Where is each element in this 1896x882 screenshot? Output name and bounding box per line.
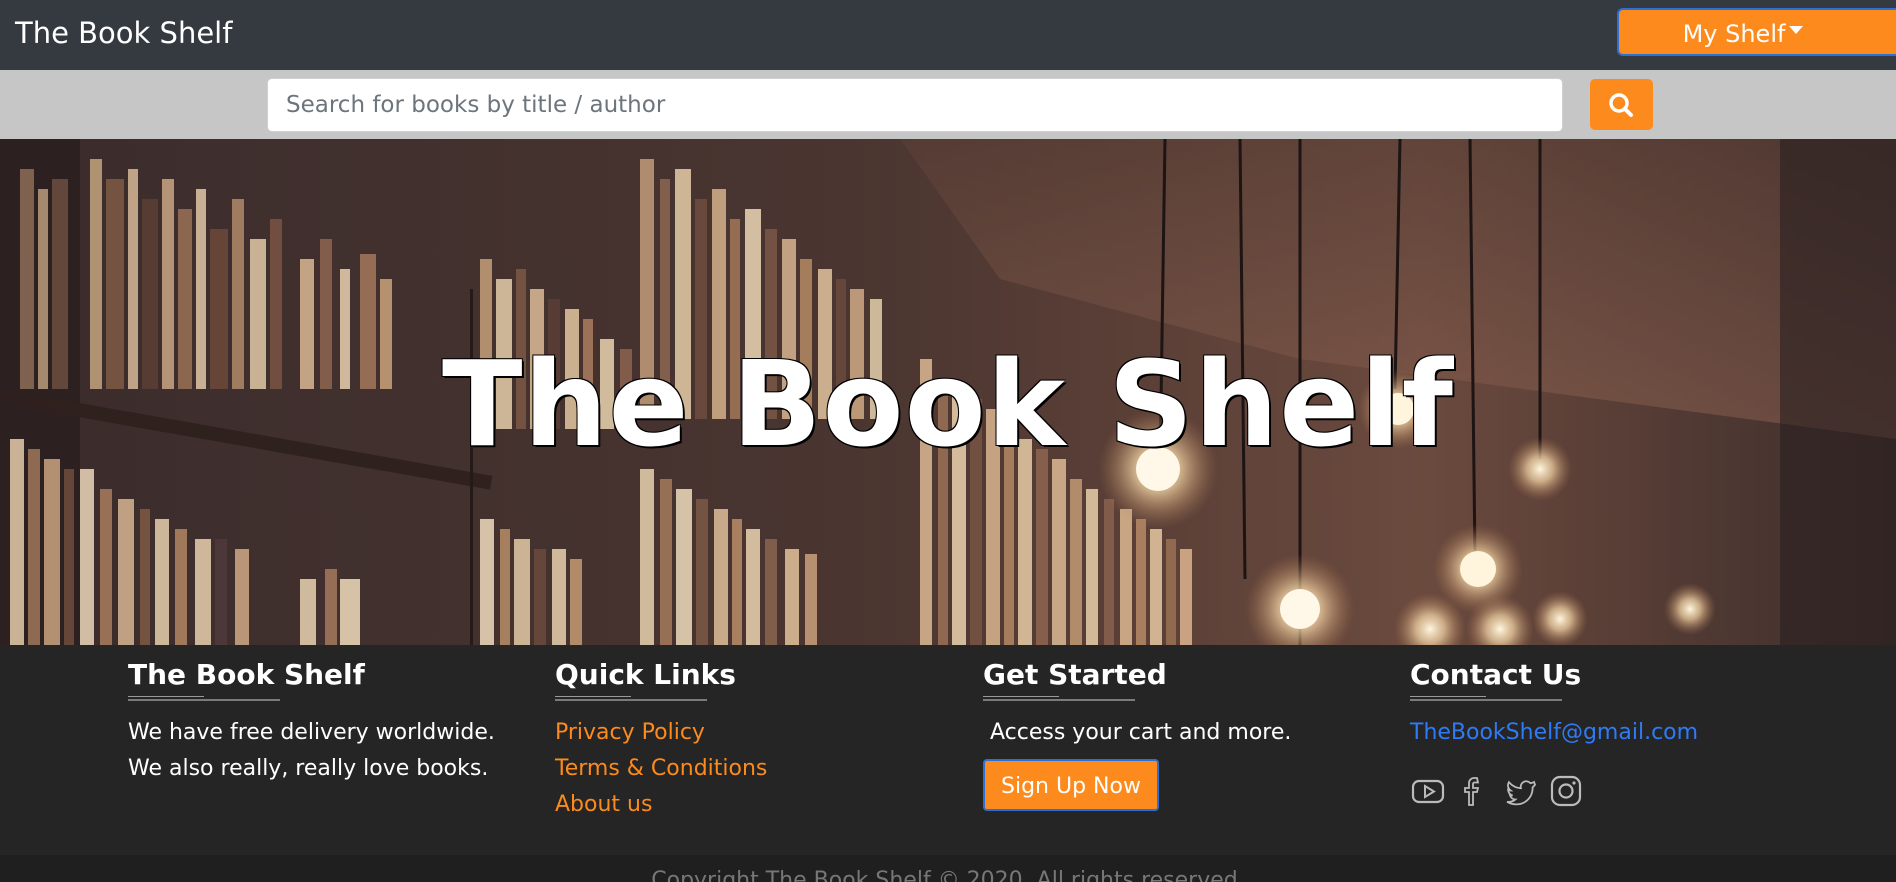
twitter-icon[interactable] bbox=[1502, 773, 1538, 809]
footer-about-heading: The Book Shelf bbox=[128, 658, 365, 691]
footer-about-column: The Book Shelf We have free delivery wor… bbox=[128, 655, 495, 787]
heading-underline bbox=[555, 696, 707, 701]
terms-conditions-link[interactable]: Terms & Conditions bbox=[555, 751, 767, 787]
footer-about-line: We also really, really love books. bbox=[128, 756, 489, 781]
site-footer: The Book Shelf We have free delivery wor… bbox=[0, 645, 1896, 855]
footer-contact-heading: Contact Us bbox=[1410, 658, 1582, 691]
brand-logo-text[interactable]: The Book Shelf bbox=[15, 14, 232, 52]
caret-down-icon bbox=[1789, 26, 1804, 34]
heading-underline bbox=[1410, 696, 1562, 701]
facebook-icon[interactable] bbox=[1456, 773, 1492, 809]
hero-banner: The Book Shelf bbox=[0, 139, 1896, 645]
top-navbar: The Book Shelf My Shelf bbox=[0, 0, 1896, 70]
instagram-icon[interactable] bbox=[1548, 773, 1584, 809]
sign-up-button[interactable]: Sign Up Now bbox=[983, 759, 1159, 811]
footer-get-started-column: Get Started Access your cart and more. S… bbox=[983, 655, 1291, 811]
copyright-bar: Copyright The Book Shelf © 2020. All rig… bbox=[0, 855, 1896, 882]
about-us-link[interactable]: About us bbox=[555, 787, 767, 823]
footer-get-started-heading: Get Started bbox=[983, 658, 1167, 691]
footer-quick-links-heading: Quick Links bbox=[555, 658, 736, 691]
search-icon bbox=[1609, 93, 1633, 117]
my-shelf-label: My Shelf bbox=[1682, 20, 1786, 48]
copyright-text: Copyright The Book Shelf © 2020. All rig… bbox=[651, 868, 1245, 882]
footer-quick-links-column: Quick Links Privacy Policy Terms & Condi… bbox=[555, 655, 767, 823]
footer-about-line: We have free delivery worldwide. bbox=[128, 720, 495, 745]
footer-contact-column: Contact Us TheBookShelf@gmail.com bbox=[1410, 655, 1698, 809]
search-input[interactable] bbox=[267, 78, 1563, 132]
search-button[interactable] bbox=[1590, 79, 1653, 130]
privacy-policy-link[interactable]: Privacy Policy bbox=[555, 715, 767, 751]
social-links bbox=[1410, 773, 1698, 809]
search-bar bbox=[0, 70, 1896, 139]
contact-email-link[interactable]: TheBookShelf@gmail.com bbox=[1410, 720, 1698, 745]
footer-get-started-text: Access your cart and more. bbox=[990, 720, 1292, 745]
hero-title: The Book Shelf bbox=[441, 335, 1455, 473]
my-shelf-dropdown-button[interactable]: My Shelf bbox=[1617, 8, 1896, 56]
youtube-icon[interactable] bbox=[1410, 773, 1446, 809]
heading-underline bbox=[983, 696, 1135, 701]
heading-underline bbox=[128, 696, 280, 701]
